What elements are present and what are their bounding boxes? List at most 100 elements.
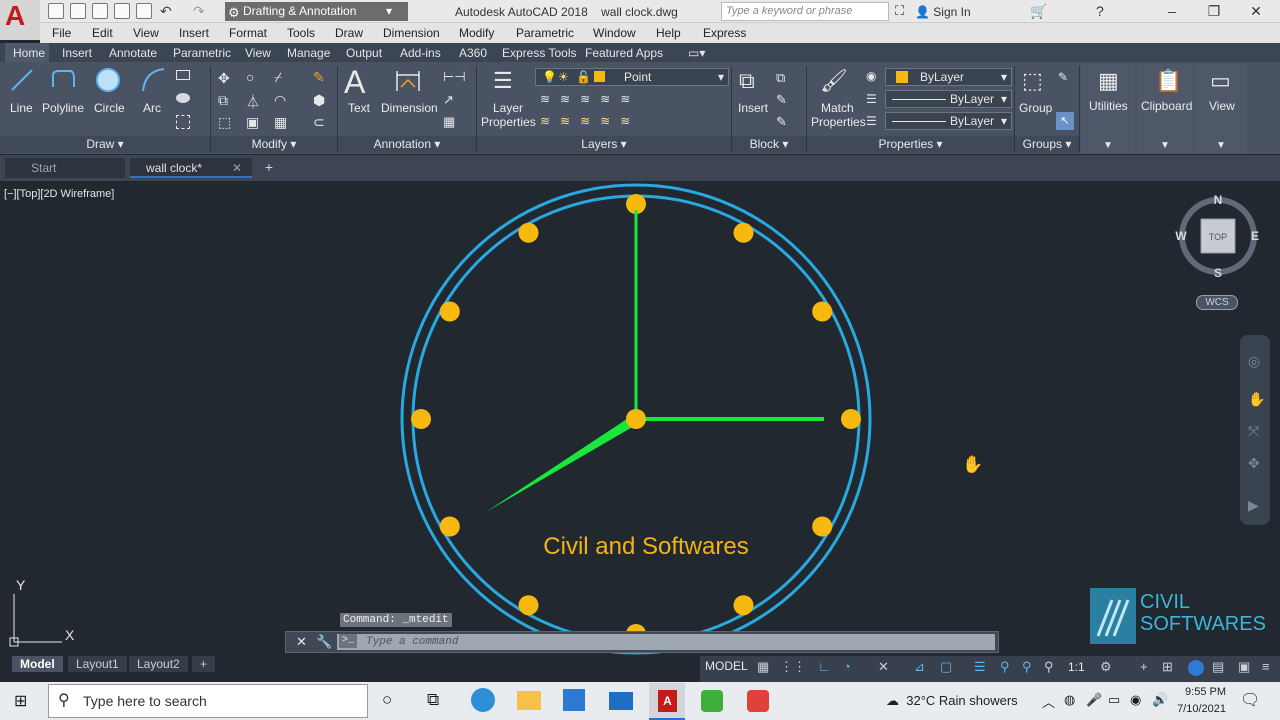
tab-home[interactable]: Home xyxy=(13,46,45,60)
group-icon[interactable]: ⬚ xyxy=(1022,68,1043,94)
open-file-icon[interactable] xyxy=(70,3,86,19)
microsoft-store-icon[interactable] xyxy=(563,689,585,711)
wcs-menu[interactable]: WCS xyxy=(1196,295,1238,310)
annotation-monitor-icon[interactable]: + xyxy=(1140,659,1148,674)
close-icon[interactable]: ✕ xyxy=(296,634,307,650)
workspace-dropdown[interactable]: ⚙ Drafting & Annotation ▾ xyxy=(225,2,408,21)
help-icon[interactable]: ? xyxy=(1096,3,1104,19)
circle-button-label[interactable]: Circle xyxy=(94,101,125,115)
tab-annotate[interactable]: Annotate xyxy=(109,46,157,60)
layers-panel-title[interactable]: Layers ▾ xyxy=(477,136,731,153)
move-icon[interactable]: ✥ xyxy=(218,70,230,87)
binoculars-icon[interactable]: ⛶ xyxy=(895,3,904,19)
menu-draw[interactable]: Draw xyxy=(335,26,363,40)
tab-model[interactable]: Model xyxy=(12,656,63,672)
block-panel-title[interactable]: Block ▾ xyxy=(732,136,806,153)
file-explorer-icon[interactable] xyxy=(517,691,541,710)
text-button-label[interactable]: Text xyxy=(348,101,370,115)
annotation-visibility-icon[interactable]: ⚲ xyxy=(1000,659,1010,675)
tab-layout2[interactable]: Layout2 xyxy=(129,656,188,672)
ortho-icon[interactable]: ∟ xyxy=(818,659,831,674)
orbit-icon[interactable]: ✥ xyxy=(1248,455,1260,472)
edit-attributes-icon[interactable]: ✎ xyxy=(776,114,787,130)
ribbon-toggle-icon[interactable]: ▭▾ xyxy=(688,46,705,60)
fillet-icon[interactable]: ◠ xyxy=(274,92,286,109)
properties-panel-title[interactable]: Properties ▾ xyxy=(807,136,1014,153)
trim-icon[interactable]: ⌿ xyxy=(274,69,282,86)
camtasia-icon[interactable] xyxy=(701,690,723,712)
table-icon[interactable]: ▦ xyxy=(443,114,455,130)
otrack-icon[interactable]: ▢ xyxy=(940,659,952,675)
showmotion-icon[interactable]: ▶ xyxy=(1248,497,1259,514)
steering-wheel-icon[interactable]: ◎ xyxy=(1248,353,1260,370)
layer-properties-icon[interactable]: ☰ xyxy=(493,68,513,94)
menu-edit[interactable]: Edit xyxy=(92,26,113,40)
leader-icon[interactable]: ↗ xyxy=(443,92,454,108)
meet-now-icon[interactable]: ◍ xyxy=(1064,692,1075,708)
viewcube[interactable]: TOP N S E W xyxy=(1170,188,1265,283)
mail-icon[interactable] xyxy=(609,692,633,710)
offset-icon[interactable]: ⊂ xyxy=(313,114,325,131)
menu-view[interactable]: View xyxy=(133,26,159,40)
modify-panel-title[interactable]: Modify ▾ xyxy=(211,136,337,153)
close-tab-icon[interactable]: ✕ xyxy=(232,158,242,178)
cart-icon[interactable]: 🛒 xyxy=(1030,3,1047,20)
mirror-icon[interactable]: ⏃ xyxy=(246,92,260,112)
task-view-icon[interactable]: ⧉ xyxy=(427,690,439,710)
redo-icon[interactable]: ↷ xyxy=(193,3,205,20)
close-button[interactable]: ✕ xyxy=(1236,0,1276,23)
lineweight-toggle-icon[interactable]: ☰ xyxy=(974,659,986,675)
weather-widget[interactable]: ☁ 32°C Rain showers xyxy=(886,693,1018,709)
dimension-button-label[interactable]: Dimension xyxy=(381,101,438,115)
layer-dropdown[interactable]: 💡 ☀ 🔓 Point ▾ xyxy=(535,68,729,86)
stretch-icon[interactable]: ⬚ xyxy=(218,114,231,131)
tab-featured-apps[interactable]: Featured Apps xyxy=(585,46,663,60)
tab-insert[interactable]: Insert xyxy=(62,46,92,60)
workspace-gear-icon[interactable]: ⚙ xyxy=(1100,659,1112,675)
lineweight-dropdown[interactable]: ByLayer ▾ xyxy=(885,112,1012,130)
wrench-icon[interactable]: 🔧 xyxy=(316,634,332,650)
save-icon[interactable] xyxy=(92,3,108,19)
edge-browser-icon[interactable] xyxy=(471,688,495,712)
units-icon[interactable]: ⊞ xyxy=(1162,659,1173,675)
annotation-scale-value[interactable]: 1:1 xyxy=(1068,660,1085,674)
hatch-icon[interactable] xyxy=(176,93,190,103)
windows-start-icon[interactable]: ⊞ xyxy=(14,691,27,711)
tab-output[interactable]: Output xyxy=(346,46,382,60)
linear-dim-icon[interactable]: ⊢⊣ xyxy=(443,69,466,85)
line-icon[interactable] xyxy=(9,67,35,93)
tab-view[interactable]: View xyxy=(245,46,271,60)
undo-icon[interactable]: ↶ xyxy=(160,3,172,20)
tab-express-tools[interactable]: Express Tools xyxy=(502,46,576,60)
menu-file[interactable]: File xyxy=(52,26,71,40)
clock-date[interactable]: 7/10/2021 xyxy=(1165,703,1226,715)
microphone-icon[interactable]: 🎤 xyxy=(1086,692,1102,708)
maximize-button[interactable]: ❐ xyxy=(1194,0,1234,23)
linetype-dropdown[interactable]: ByLayer ▾ xyxy=(885,90,1012,108)
new-layout-button[interactable]: + xyxy=(192,656,216,672)
snap-icon[interactable]: ⋮⋮ xyxy=(780,659,806,675)
annotation-panel-title[interactable]: Annotation ▾ xyxy=(338,136,476,153)
annotation-scale-icon[interactable]: ⚲ xyxy=(1044,659,1054,675)
create-block-icon[interactable]: ⧉ xyxy=(776,70,785,86)
color-dropdown[interactable]: ByLayer ▾ xyxy=(885,68,1012,86)
layer-tools-row2[interactable]: ≋≋≋≋≋ xyxy=(540,114,640,128)
grid-icon[interactable]: ▦ xyxy=(757,659,769,675)
layer-properties-label-line1[interactable]: Layer xyxy=(493,101,523,115)
edit-block-icon[interactable]: ✎ xyxy=(776,92,787,108)
sign-in-button[interactable]: 👤 Sign In xyxy=(915,5,971,19)
save-as-icon[interactable] xyxy=(114,3,130,19)
group-select-icon[interactable]: ↖ xyxy=(1056,112,1074,130)
hardware-acceleration-icon[interactable]: ▤ xyxy=(1212,659,1224,675)
tab-layout1[interactable]: Layout1 xyxy=(68,656,127,672)
pan-icon[interactable]: ✋ xyxy=(1248,391,1265,408)
new-tab-button[interactable]: + xyxy=(260,160,278,176)
command-input[interactable]: >_ Type a command xyxy=(337,634,995,650)
layer-properties-label-line2[interactable]: Properties xyxy=(481,115,536,129)
explode-icon[interactable]: ⬢ xyxy=(313,92,325,109)
match-properties-label-line1[interactable]: Match xyxy=(821,101,854,115)
polar-icon[interactable]: ◔ xyxy=(843,659,851,674)
group-button-label[interactable]: Group xyxy=(1019,101,1052,115)
recorder-icon[interactable] xyxy=(747,690,769,712)
menu-format[interactable]: Format xyxy=(229,26,267,40)
